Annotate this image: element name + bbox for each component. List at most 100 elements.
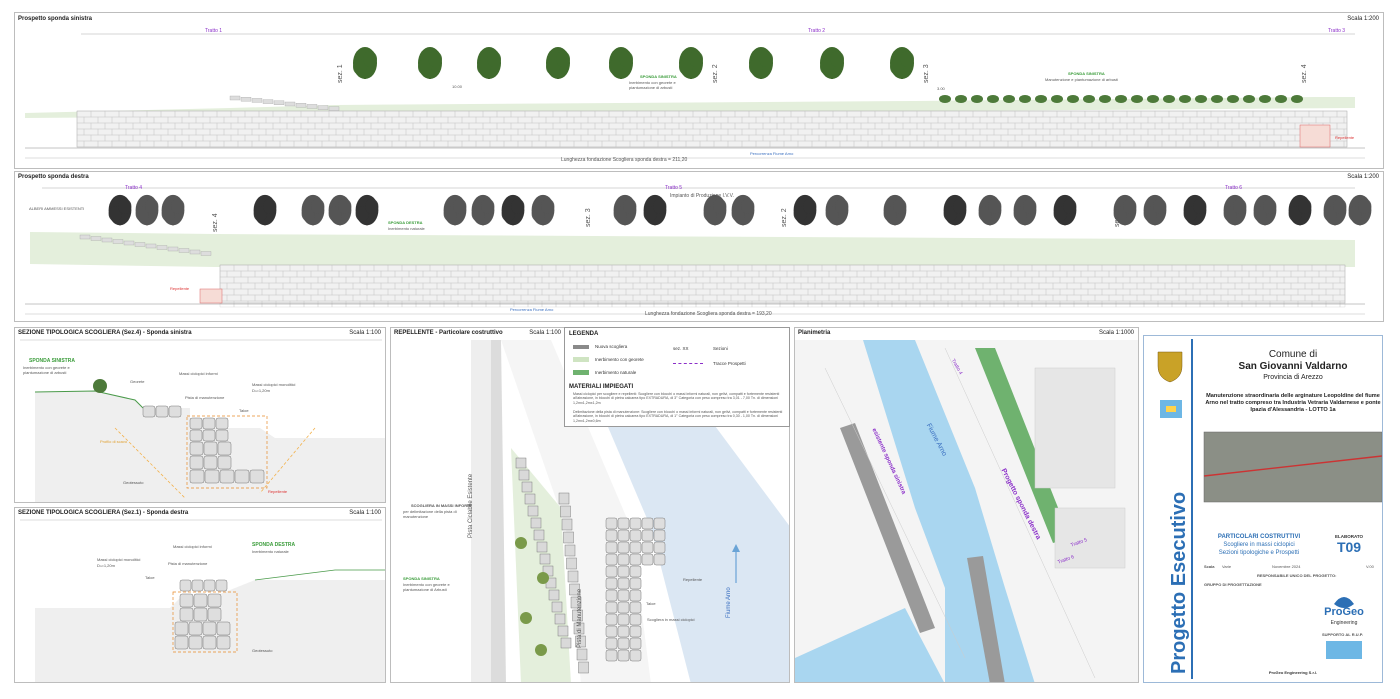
dimension-label: 10.00 (452, 84, 463, 89)
scala-label: Scala (1204, 564, 1215, 569)
sponda-desc: Inerbimento naturale (252, 549, 289, 554)
swatch-nuova-scogliera (573, 345, 589, 349)
planimetria-map (795, 340, 1138, 682)
masso-block (202, 417, 216, 430)
sez-symbol: sez. XX (673, 346, 689, 351)
responsabile-label: RESPONSABILE UNICO DEL PROGETTO: (1257, 573, 1337, 578)
masso-block (202, 621, 217, 636)
traccia-symbol (673, 363, 703, 365)
masso-block (217, 441, 232, 456)
masso-block (142, 405, 156, 418)
section-marker: sez. 1 (1114, 208, 1121, 227)
masso-block (605, 613, 618, 626)
masso-block (629, 565, 642, 578)
masso-block (653, 541, 666, 554)
prospetto-sponda-sinistra-panel: Prospetto sponda sinistra Scala 1:200 Tr… (14, 12, 1384, 169)
shrub-icon (1003, 95, 1015, 103)
masso-block (629, 589, 642, 602)
repellente-label: Repellente (268, 489, 288, 494)
masso-block (202, 635, 217, 650)
masso-block (202, 429, 216, 442)
shrub-icon (1259, 95, 1271, 103)
masso-block (207, 593, 222, 608)
masso-block (605, 529, 618, 542)
masso-block (641, 541, 654, 554)
masso-block (168, 405, 182, 418)
masso-block (617, 565, 630, 578)
sponda-desc: Inerbimento con georete e piantumazione … (629, 80, 676, 90)
masso-block (629, 649, 642, 662)
legend-title: LEGENDA (569, 331, 599, 337)
shrub-icon (1019, 95, 1031, 103)
shrub-icon (1131, 95, 1143, 103)
masso-block (203, 455, 218, 470)
legend-item: Sezioni (713, 346, 728, 351)
masso-block (617, 541, 630, 554)
supporto-label: SUPPORTO AL R.U.P. (1322, 632, 1363, 637)
masso-block (566, 557, 577, 570)
sezione-sez4-panel: SEZIONE TIPOLOGICA SCOGLIERA (Sez.4) - S… (14, 327, 386, 503)
sponda-desc: Inerbimento con georete e piantumazione … (403, 582, 450, 592)
sponda-label: SPONDA DESTRA (252, 542, 296, 548)
masso-block (551, 601, 563, 613)
percorrenza-label: Percorrenza Fiume Arno (750, 151, 794, 156)
shrub-icon (987, 95, 999, 103)
pista-manutenzione-label: Pista di Manutenzione (577, 588, 583, 648)
masso-block (207, 607, 222, 622)
lunghezza-label: Lunghezza fondazione Scogliera sponda de… (561, 157, 688, 163)
progeo-sub: Engineering (1330, 620, 1358, 626)
masso-block (641, 517, 654, 530)
masso-block (530, 517, 542, 529)
dn-label: Dₙ=1,20m (252, 388, 270, 393)
shrub-icon (520, 612, 532, 624)
masso-block (527, 505, 539, 517)
legend-item: Nuova scogliera (595, 344, 628, 349)
shrub-icon (1195, 95, 1207, 103)
scogliera-massi-label: Scogliera in massi ciclopici (647, 617, 695, 622)
shrub-icon (1275, 95, 1287, 103)
masso-block (215, 429, 229, 442)
massi-monolitici-label: Massi ciclopici monolitici (97, 557, 141, 562)
masso-block (174, 635, 189, 650)
geotessuto-label: Geotessuto (123, 480, 144, 485)
swatch-inerbimento-naturale (573, 370, 589, 375)
masso-block (605, 601, 618, 614)
shrub-icon (1291, 95, 1303, 103)
legend-item: Inerbimento con georete (595, 357, 644, 362)
masso-block (653, 529, 666, 542)
planimetria-panel: Planimetria Scala 1:1000 Fiume Arno esis… (794, 327, 1139, 683)
masso-block (617, 517, 630, 530)
masso-block (605, 553, 618, 566)
masso-block (189, 441, 204, 456)
pista-label: Pista di manutenzione (168, 561, 208, 566)
masso-block (563, 531, 574, 544)
masso-block (560, 637, 572, 649)
masso-block (193, 607, 208, 622)
masso-block (155, 405, 169, 418)
progeo-logo: ProGeo (1324, 606, 1364, 618)
masso-block (189, 429, 203, 442)
title-block: Progetto Esecutivo Comune di San Giovann… (1143, 335, 1383, 683)
section-marker: sez. 4 (1301, 64, 1308, 83)
masso-block (605, 577, 618, 590)
tratto-label: Tratto 6 (1225, 185, 1243, 191)
prospetto-sponda-destra-panel: Prospetto sponda destra Scala 1:200 Trat… (14, 171, 1384, 322)
sponda-label: SPONDA SINISTRA (403, 576, 440, 581)
scogliera-label: SCOGLIERA IN MASSI INFORMI (411, 503, 472, 508)
sez4-drawing (20, 339, 385, 502)
masso-block (554, 613, 566, 625)
date: Novembre 2024 (1272, 564, 1301, 569)
footer: ProGeo Engineering S.r.l. (1268, 670, 1318, 675)
shrub-icon (1099, 95, 1111, 103)
dimension-label: 3.00 (937, 86, 945, 91)
sponda-desc: Inerbimento con georete e piantumazione … (23, 365, 70, 375)
masso-block (629, 625, 642, 638)
masso-block (558, 492, 570, 505)
profilo-label: Profilo di scavo (100, 439, 128, 444)
masso-block (548, 589, 560, 601)
masso-block (617, 553, 630, 566)
comune-label: Comune di (1268, 349, 1318, 360)
masso-block (617, 613, 630, 626)
masso-block (617, 637, 630, 650)
legend-box: LEGENDA Nuova scogliera Inerbimento con … (564, 327, 790, 427)
